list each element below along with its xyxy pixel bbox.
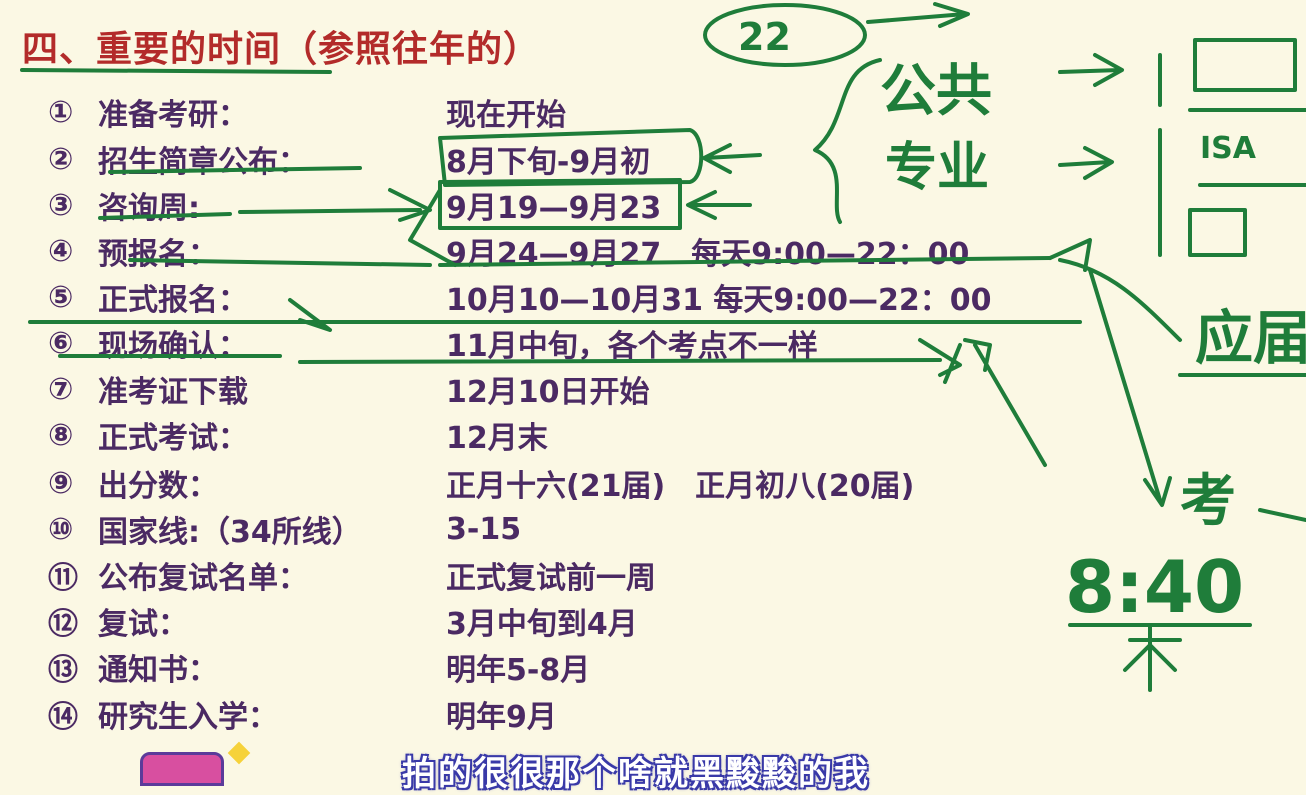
schedule-row: ④ 预报名： 9月24—9月27 每天9:00—22：00 — [48, 229, 969, 273]
row-label: 研究生入学： — [98, 700, 278, 735]
row-number: ⑪ — [48, 561, 78, 596]
video-subtitle: 拍的很很那个啥就黑黢黢的我 — [402, 754, 870, 794]
row-value: 明年5-8月 — [446, 653, 591, 688]
mark-stroke — [918, 338, 962, 384]
schedule-row: ⑦ 准考证下载 12月10日开始 — [48, 367, 650, 411]
arrow-stroke — [1058, 53, 1124, 87]
row-value: 明年9月 — [446, 700, 557, 735]
arrow-stroke — [963, 338, 1047, 467]
row-label: 准备考研： — [98, 98, 248, 133]
schedule-row: ⑫ 复试： 3月中旬到4月 — [48, 599, 638, 643]
note-major: 专业 — [885, 138, 989, 198]
row-label: 招生简章公布： — [98, 145, 308, 180]
schedule-row: ⑨ 出分数： 正月十六(21届) 正月初八(20届) — [48, 461, 914, 505]
row-label: 出分数： — [98, 469, 218, 504]
row-number: ⑨ — [48, 465, 74, 501]
row-value: 12月末 — [446, 421, 548, 456]
row-number: ⑤ — [48, 279, 74, 315]
row-number: ⑭ — [48, 700, 78, 735]
arrow-stroke — [1048, 238, 1092, 272]
sticker-icon — [140, 741, 251, 786]
schedule-row: ③ 咨询周: 9月19—9月23 — [48, 183, 661, 227]
schedule-row: ⑭ 研究生入学： 明年9月 — [48, 692, 557, 736]
row-label: 复试： — [98, 607, 188, 642]
arrow-stroke — [1088, 268, 1172, 507]
row-value: 12月10日开始 — [446, 375, 650, 410]
note-time: 8:40 — [1065, 545, 1244, 629]
row-label: 现场确认： — [98, 329, 248, 364]
row-number: ② — [48, 141, 74, 177]
schedule-row: ⑬ 通知书： 明年5-8月 — [48, 645, 590, 689]
slide: 四、重要的时间（参照往年的） ① 准备考研： 现在开始 ② 招生简章公布： 8月… — [0, 0, 1306, 794]
row-label: 准考证下载 — [98, 375, 248, 410]
row-number: ⑬ — [48, 653, 78, 688]
schedule-row: ⑪ 公布复试名单： 正式复试前一周 — [48, 553, 656, 597]
row-value: 3-15 — [446, 511, 522, 547]
row-number: ⑩ — [48, 511, 74, 547]
note-fragment: 考 — [1180, 469, 1236, 534]
row-label: 正式报名： — [98, 283, 248, 318]
row-label: 预报名： — [98, 237, 218, 272]
row-label: 咨询周: — [98, 191, 200, 226]
partial-stroke — [1158, 38, 1297, 257]
mark-stroke — [1123, 623, 1182, 692]
row-label: 公布复试名单： — [98, 561, 308, 596]
partial-stroke — [1258, 508, 1306, 522]
circled-number: 22 — [738, 15, 791, 59]
row-label: 国家线:（34所线） — [98, 515, 362, 550]
row-value: 现在开始 — [446, 98, 566, 133]
schedule-row: ② 招生简章公布： 8月下旬-9月初 — [48, 137, 650, 181]
connector-stroke — [1058, 258, 1182, 342]
row-number: ⑦ — [48, 371, 74, 407]
note-fragment: 应届 — [1195, 304, 1306, 372]
arrow-stroke — [866, 2, 970, 28]
row-value: 9月24—9月27 每天9:00—22：00 — [446, 237, 970, 272]
row-number: ③ — [48, 187, 74, 223]
note-public: 公共 — [880, 59, 992, 124]
row-number: ⑥ — [48, 325, 74, 361]
row-number: ① — [48, 94, 74, 130]
row-number: ⑧ — [48, 417, 74, 453]
row-number: ④ — [48, 233, 74, 269]
schedule-row: ⑩ 国家线:（34所线） 3-15 — [48, 507, 521, 551]
row-value: 10月10—10月31 每天9:00—22：00 — [446, 283, 992, 318]
row-value: 9月19—9月23 — [446, 191, 662, 226]
schedule-row: ⑤ 正式报名： 10月10—10月31 每天9:00—22：00 — [48, 275, 992, 319]
row-label: 正式考试： — [98, 421, 248, 456]
row-value: 11月中旬，各个考点不一样 — [446, 329, 818, 364]
arrow-stroke — [686, 190, 752, 220]
row-label: 通知书： — [98, 653, 218, 688]
arrow-stroke — [702, 143, 762, 174]
note-fragment: ISA — [1200, 131, 1257, 166]
circle-stroke — [703, 3, 867, 67]
row-number: ⑫ — [48, 607, 78, 642]
arrow-stroke — [1058, 146, 1114, 180]
slide-title: 四、重要的时间（参照往年的） — [22, 29, 541, 70]
schedule-row: ① 准备考研： 现在开始 — [48, 90, 566, 134]
schedule-row: ⑥ 现场确认： 11月中旬，各个考点不一样 — [48, 321, 818, 365]
brace-stroke — [813, 58, 882, 224]
schedule-row: ⑧ 正式考试： 12月末 — [48, 413, 548, 457]
row-value: 正式复试前一周 — [446, 561, 656, 596]
row-value: 8月下旬-9月初 — [446, 145, 651, 180]
row-value: 正月十六(21届) 正月初八(20届) — [446, 469, 915, 504]
sparkle-icon — [227, 741, 251, 765]
row-value: 3月中旬到4月 — [446, 607, 638, 642]
